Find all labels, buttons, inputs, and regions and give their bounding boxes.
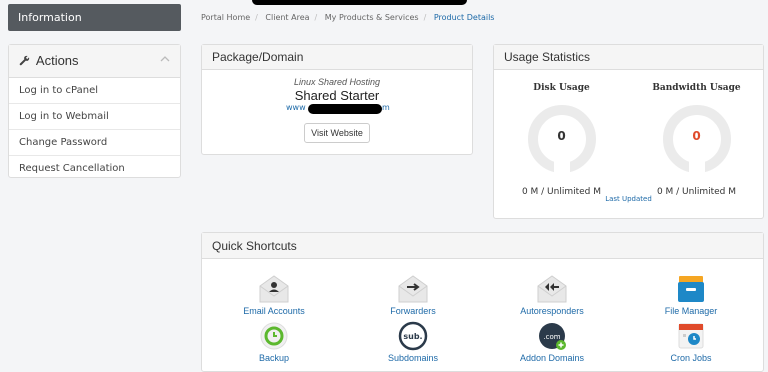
shortcut-subdomains[interactable]: sub. Subdomains — [343, 321, 483, 363]
svg-text:.com: .com — [543, 333, 560, 341]
shortcut-cron-jobs[interactable]: Cron Jobs — [621, 321, 761, 363]
disk-usage: Disk Usage 0 0 M / Unlimited M — [494, 83, 629, 197]
package-group: Linux Shared Hosting — [293, 77, 381, 87]
bandwidth-usage-label: Bandwidth Usage — [652, 83, 741, 93]
wrench-icon — [19, 46, 33, 78]
action-login-cpanel[interactable]: Log in to cPanel — [9, 78, 180, 104]
action-login-webmail[interactable]: Log in to Webmail — [9, 104, 180, 130]
chevron-up-icon[interactable] — [160, 45, 170, 77]
breadcrumb: Portal Home / Client Area / My Products & … — [201, 13, 495, 22]
shortcut-autoresponders[interactable]: Autoresponders — [482, 274, 622, 316]
disk-usage-label: Disk Usage — [533, 83, 590, 93]
actions-title: Actions — [35, 53, 79, 68]
breadcrumb-portal-home[interactable]: Portal Home — [201, 13, 250, 22]
action-request-cancellation[interactable]: Request Cancellation — [9, 156, 180, 181]
disk-usage-gauge: 0 — [527, 105, 596, 175]
breadcrumb-client-area[interactable]: Client Area — [265, 13, 309, 22]
bandwidth-usage-value: 0 — [692, 129, 701, 143]
shortcut-file-manager[interactable]: File Manager — [621, 274, 761, 316]
breadcrumb-product-details: Product Details — [433, 13, 495, 22]
visit-website-button[interactable]: Visit Website — [304, 123, 370, 143]
disk-usage-value: 0 — [557, 129, 566, 143]
cron-jobs-icon — [678, 323, 704, 349]
file-manager-icon — [678, 276, 704, 302]
last-updated-link[interactable]: Last Updated — [494, 195, 763, 203]
bandwidth-usage-gauge: 0 — [662, 105, 731, 175]
autoresponders-icon — [537, 275, 567, 303]
backup-icon — [260, 322, 288, 350]
usage-statistics-title: Usage Statistics — [494, 45, 763, 70]
redacted-domain — [308, 104, 382, 114]
quick-shortcuts-panel: Quick Shortcuts Email Accounts Forwarder… — [201, 232, 764, 372]
package-domain-panel: Package/Domain Linux Shared Hosting Shar… — [201, 44, 473, 155]
addon-domains-icon: .com — [539, 323, 566, 350]
shortcut-forwarders[interactable]: Forwarders — [343, 274, 483, 316]
package-domain-link[interactable]: www m — [202, 103, 472, 115]
package-domain-title: Package/Domain — [202, 45, 472, 70]
action-change-password[interactable]: Change Password — [9, 130, 180, 156]
shortcut-addon-domains[interactable]: .com Addon Domains — [482, 321, 622, 363]
email-accounts-icon — [259, 275, 289, 303]
package-name: Shared Starter — [294, 88, 380, 103]
svg-text:sub.: sub. — [403, 332, 422, 341]
actions-panel: Actions Log in to cPanel Log in to Webma… — [8, 44, 181, 178]
actions-panel-header[interactable]: Actions — [9, 45, 180, 78]
shortcut-backup[interactable]: Backup — [204, 321, 344, 363]
redacted-header — [252, 0, 467, 5]
usage-statistics-panel: Usage Statistics Disk Usage 0 0 M / Unli… — [493, 44, 764, 219]
breadcrumb-products-services[interactable]: My Products & Services — [325, 13, 419, 22]
bandwidth-usage: Bandwidth Usage 0 0 M / Unlimited M — [629, 83, 764, 197]
subdomains-icon: sub. — [398, 321, 428, 351]
quick-shortcuts-title: Quick Shortcuts — [202, 233, 763, 259]
shortcut-email-accounts[interactable]: Email Accounts — [204, 274, 344, 316]
sidebar-item-information[interactable]: Information — [8, 4, 181, 31]
forwarders-icon — [398, 275, 428, 303]
